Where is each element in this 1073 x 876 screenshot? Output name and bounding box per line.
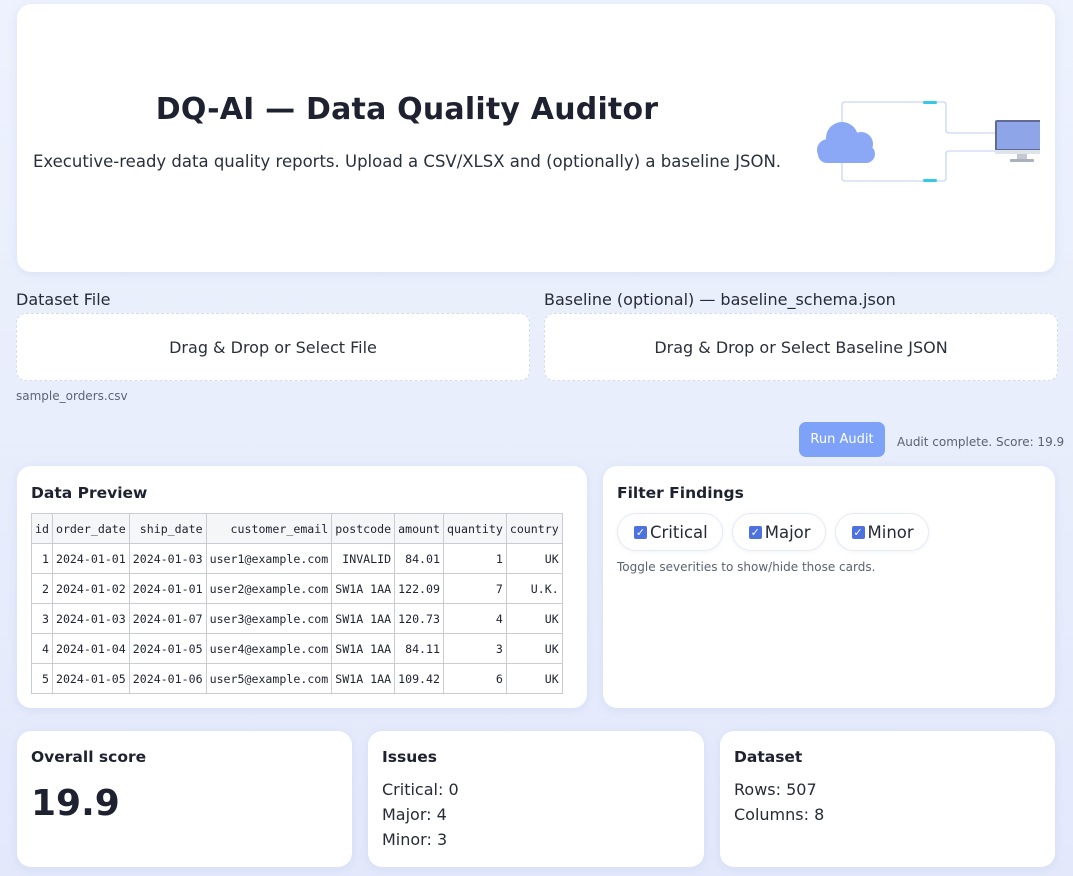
table-cell: 3 xyxy=(31,603,53,634)
filter-critical-toggle[interactable]: ✓ Critical xyxy=(617,513,723,551)
table-cell: 4 xyxy=(443,603,507,634)
table-cell: U.K. xyxy=(505,573,563,604)
table-cell: SW1A 1AA xyxy=(331,603,396,634)
issues-critical-count: Critical: 0 xyxy=(382,780,459,799)
filter-major-label: Major xyxy=(764,522,811,542)
issues-major-count: Major: 4 xyxy=(382,805,447,824)
column-header: ship_date xyxy=(128,513,207,544)
column-header: order_date xyxy=(51,513,130,544)
table-cell: 109.42 xyxy=(394,663,444,694)
table-row: 3 2024-01-03 2024-01-07 user3@example.co… xyxy=(31,603,563,634)
uploaded-file-name: sample_orders.csv xyxy=(16,389,128,403)
table-cell: 1 xyxy=(443,543,507,574)
overall-score-card: Overall score 19.9 xyxy=(17,731,352,867)
column-header: quantity xyxy=(443,513,507,544)
dataset-dropzone[interactable]: Drag & Drop or Select File xyxy=(16,313,530,381)
table-row: 4 2024-01-04 2024-01-05 user4@example.co… xyxy=(31,633,563,664)
cloud-icon xyxy=(817,122,875,163)
column-header: id xyxy=(31,513,53,544)
table-cell: 2024-01-06 xyxy=(128,663,207,694)
table-cell: 2024-01-07 xyxy=(128,603,207,634)
table-cell: 2024-01-02 xyxy=(51,573,130,604)
table-cell: user5@example.com xyxy=(205,663,333,694)
table-cell: 7 xyxy=(443,573,507,604)
table-cell: 120.73 xyxy=(394,603,444,634)
issues-minor-count: Minor: 3 xyxy=(382,830,448,849)
dataset-dropzone-text: Drag & Drop or Select File xyxy=(169,337,377,357)
table-cell: 2 xyxy=(31,573,53,604)
table-cell: 5 xyxy=(31,663,53,694)
table-cell: user2@example.com xyxy=(205,573,333,604)
table-header-row: id order_date ship_date customer_email p… xyxy=(31,513,563,544)
checkbox-checked-icon[interactable]: ✓ xyxy=(748,525,762,539)
filter-findings-title: Filter Findings xyxy=(617,484,744,502)
baseline-dropzone-text: Drag & Drop or Select Baseline JSON xyxy=(654,337,948,357)
monitor-icon xyxy=(995,120,1040,162)
table-cell: user4@example.com xyxy=(205,633,333,664)
table-row: 1 2024-01-01 2024-01-03 user1@example.co… xyxy=(31,543,563,574)
overall-score-value: 19.9 xyxy=(31,783,120,824)
table-cell: 84.01 xyxy=(394,543,444,574)
table-cell: user1@example.com xyxy=(205,543,333,574)
table-cell: 3 xyxy=(443,633,507,664)
table-cell: UK xyxy=(505,543,563,574)
table-row: 5 2024-01-05 2024-01-06 user5@example.co… xyxy=(31,663,563,694)
table-cell: UK xyxy=(505,603,563,634)
hero-illustration xyxy=(817,101,1040,182)
filter-critical-label: Critical xyxy=(650,522,708,542)
issues-title: Issues xyxy=(382,748,437,766)
table-cell: INVALID xyxy=(331,543,396,574)
column-header: amount xyxy=(394,513,444,544)
table-cell: 2024-01-01 xyxy=(51,543,130,574)
table-cell: 122.09 xyxy=(394,573,444,604)
hero-card: DQ-AI — Data Quality Auditor Executive-r… xyxy=(17,4,1055,272)
table-cell: SW1A 1AA xyxy=(331,663,396,694)
issues-card: Issues Critical: 0 Major: 4 Minor: 3 xyxy=(368,731,704,867)
table-cell: 2024-01-05 xyxy=(128,633,207,664)
filter-hint: Toggle severities to show/hide those car… xyxy=(617,560,876,574)
table-cell: 2024-01-05 xyxy=(51,663,130,694)
table-cell: 2024-01-03 xyxy=(128,543,207,574)
overall-score-title: Overall score xyxy=(31,748,147,766)
table-cell: UK xyxy=(505,663,563,694)
filter-minor-toggle[interactable]: ✓ Minor xyxy=(834,513,929,551)
baseline-file-label: Baseline (optional) — baseline_schema.js… xyxy=(544,290,896,309)
table-cell: 1 xyxy=(31,543,53,574)
table-cell: SW1A 1AA xyxy=(331,573,396,604)
page-subtitle: Executive-ready data quality reports. Up… xyxy=(32,152,782,171)
baseline-dropzone[interactable]: Drag & Drop or Select Baseline JSON xyxy=(544,313,1058,381)
table-cell: user3@example.com xyxy=(205,603,333,634)
checkbox-checked-icon[interactable]: ✓ xyxy=(634,525,647,539)
dataset-file-label: Dataset File xyxy=(16,290,111,309)
table-cell: 84.11 xyxy=(394,633,444,664)
table-cell: 2024-01-01 xyxy=(128,573,207,604)
column-header: postcode xyxy=(331,513,396,544)
page-title: DQ-AI — Data Quality Auditor xyxy=(155,92,659,127)
audit-status-text: Audit complete. Score: 19.9 xyxy=(897,435,1065,449)
dataset-columns-count: Columns: 8 xyxy=(734,805,825,824)
table-row: 2 2024-01-02 2024-01-01 user2@example.co… xyxy=(31,573,563,604)
dataset-title: Dataset xyxy=(734,748,803,766)
severity-filter-group: ✓ Critical ✓ Major ✓ Minor xyxy=(617,513,929,551)
data-preview-table: id order_date ship_date customer_email p… xyxy=(31,513,563,694)
table-cell: UK xyxy=(505,633,563,664)
dataset-card: Dataset Rows: 507 Columns: 8 xyxy=(720,731,1055,867)
filter-findings-card: Filter Findings ✓ Critical ✓ Major ✓ Min… xyxy=(603,466,1055,708)
dataset-rows-count: Rows: 507 xyxy=(734,780,817,799)
table-cell: SW1A 1AA xyxy=(331,633,396,664)
filter-major-toggle[interactable]: ✓ Major xyxy=(731,513,826,551)
checkbox-checked-icon[interactable]: ✓ xyxy=(851,525,865,539)
table-cell: 4 xyxy=(31,633,53,664)
run-audit-button[interactable]: Run Audit xyxy=(799,422,885,457)
table-cell: 2024-01-03 xyxy=(51,603,130,634)
table-cell: 6 xyxy=(443,663,507,694)
table-cell: 2024-01-04 xyxy=(51,633,130,664)
filter-minor-label: Minor xyxy=(867,522,914,542)
data-preview-card: Data Preview id order_date ship_date cus… xyxy=(17,466,587,708)
column-header: customer_email xyxy=(205,513,333,544)
data-preview-title: Data Preview xyxy=(31,484,148,502)
column-header: country xyxy=(505,513,563,544)
